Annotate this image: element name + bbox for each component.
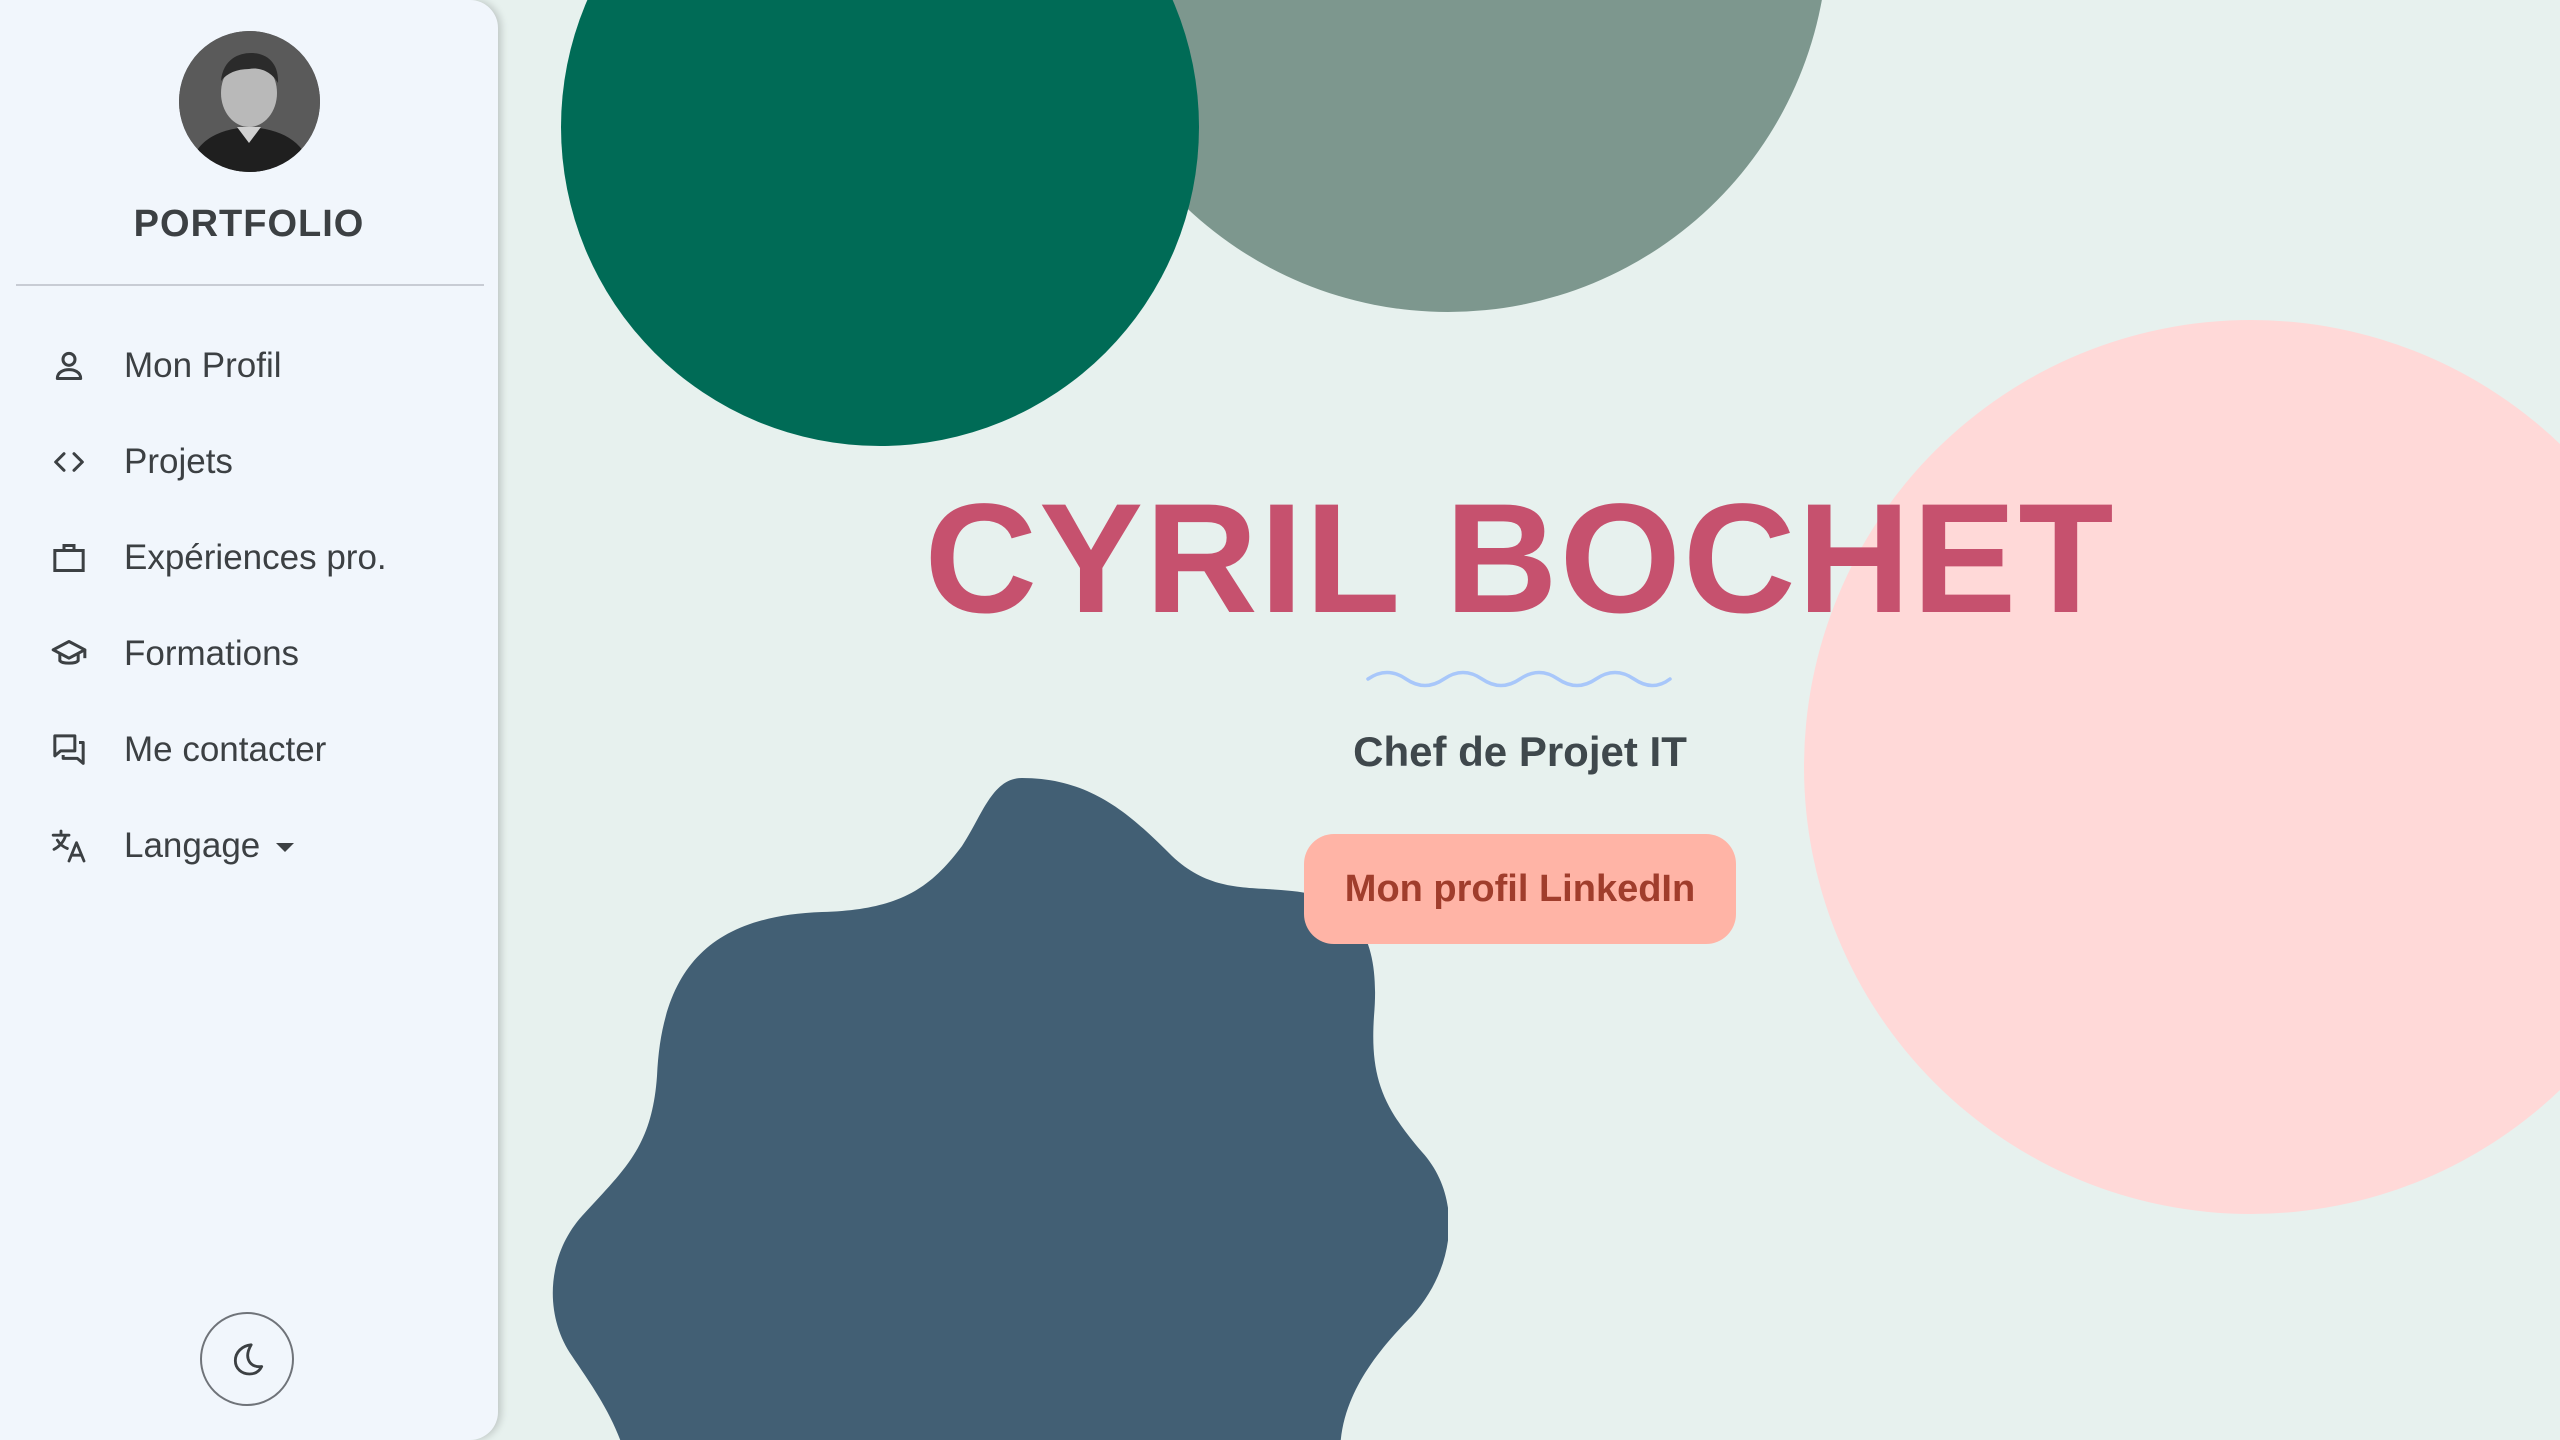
chevron-down-icon[interactable] — [276, 843, 294, 852]
sidebar-item-label: Mon Profil — [124, 346, 282, 385]
sidebar-item-experiences[interactable]: Expériences pro. — [0, 510, 498, 606]
sidebar-item-projets[interactable]: Projets — [0, 414, 498, 510]
code-icon — [49, 442, 89, 482]
decorative-circle-pink — [1804, 320, 2560, 1214]
theme-toggle-button[interactable] — [200, 1312, 294, 1406]
sidebar-item-mon-profil[interactable]: Mon Profil — [0, 318, 498, 414]
person-icon — [49, 346, 89, 386]
sidebar-item-formations[interactable]: Formations — [0, 606, 498, 702]
moon-icon — [233, 1343, 264, 1376]
hero-name: CYRIL BOCHET — [924, 472, 2116, 646]
sidebar-item-label: Langage — [124, 826, 261, 865]
sidebar-item-label: Projets — [124, 442, 233, 481]
sidebar-item-langage[interactable]: Langage — [0, 798, 498, 894]
briefcase-icon — [49, 538, 89, 578]
brand-title: PORTFOLIO — [133, 203, 365, 245]
linkedin-profile-button[interactable]: Mon profil LinkedIn — [1304, 834, 1736, 944]
sidebar: PORTFOLIO Mon Profil Projets Expériences… — [0, 0, 498, 1440]
wave-divider — [1366, 670, 1672, 688]
sidebar-item-contact[interactable]: Me contacter — [0, 702, 498, 798]
avatar[interactable] — [179, 31, 320, 172]
sidebar-item-label: Me contacter — [124, 730, 327, 769]
avatar-photo-icon — [179, 31, 320, 172]
translate-icon — [49, 826, 89, 866]
decorative-circle-green — [561, 0, 1199, 446]
sidebar-item-label: Expériences pro. — [124, 538, 387, 577]
graduation-cap-icon — [49, 634, 89, 674]
sidebar-item-label: Formations — [124, 634, 300, 673]
sidebar-nav: Mon Profil Projets Expériences pro. Form… — [0, 318, 498, 894]
sidebar-divider — [16, 284, 484, 286]
chat-icon — [49, 730, 89, 770]
portfolio-page: PORTFOLIO Mon Profil Projets Expériences… — [0, 0, 2560, 1440]
hero-subtitle: Chef de Projet IT — [1353, 728, 1687, 775]
